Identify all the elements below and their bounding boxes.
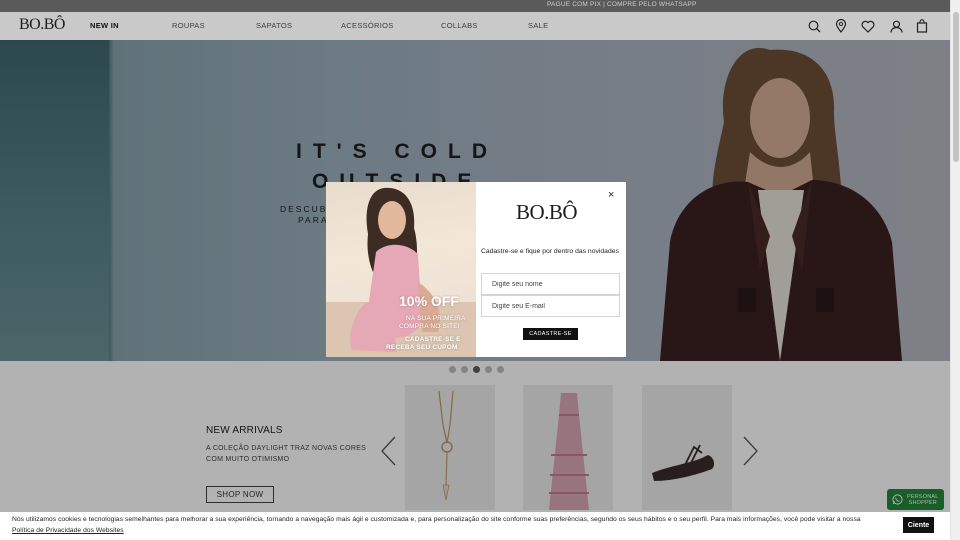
promo-image: 10% OFF NA SUA PRIMEIRA COMPRA NO SITE! …	[326, 182, 476, 357]
modal-logo: BO.BÔ	[516, 200, 578, 224]
announcement-text[interactable]: PAGUE COM PIX | COMPRE PELO WHATSAPP	[547, 1, 697, 8]
nav-sapatos[interactable]: SAPATOS	[256, 21, 292, 30]
newsletter-signup-modal: 10% OFF NA SUA PRIMEIRA COMPRA NO SITE! …	[326, 182, 626, 357]
promo-discount: 10% OFF	[399, 293, 459, 309]
signup-submit-button[interactable]: CADASTRE-SE	[523, 328, 578, 340]
nav-new-in[interactable]: NEW IN	[90, 21, 119, 30]
nav-sale[interactable]: SALE	[528, 21, 548, 30]
location-icon[interactable]	[833, 18, 849, 34]
heart-icon[interactable]	[860, 18, 876, 34]
modal-heading: Cadastre-se e fique por dentro das novid…	[481, 248, 619, 255]
cookie-text: Nós utilizamos cookies e tecnologias sem…	[12, 516, 861, 523]
top-announcement-bar: PAGUE COM PIX | COMPRE PELO WHATSAPP	[0, 0, 950, 12]
cookie-accept-button[interactable]: Ciente	[903, 517, 934, 533]
cookie-consent-bar: Nós utilizamos cookies e tecnologias sem…	[0, 512, 950, 540]
page-scrollbar[interactable]	[950, 0, 960, 540]
nav-collabs[interactable]: COLLABS	[441, 21, 478, 30]
promo-model-image	[326, 187, 476, 357]
site-logo[interactable]: BO.BÔ	[19, 16, 65, 34]
nav-roupas[interactable]: ROUPAS	[172, 21, 205, 30]
search-icon[interactable]	[806, 18, 822, 34]
cookie-consent-text: Nós utilizamos cookies e tecnologias sem…	[12, 514, 892, 536]
nav-acessorios[interactable]: ACESSÓRIOS	[341, 21, 394, 30]
privacy-policy-link[interactable]: Política de Privacidade dos Websites	[12, 527, 124, 534]
email-input[interactable]	[481, 295, 620, 317]
promo-line3: CADASTRE-SE E	[405, 336, 461, 343]
site-header: BO.BÔ NEW IN ROUPAS SAPATOS ACESSÓRIOS C…	[0, 12, 950, 40]
promo-line1: NA SUA PRIMEIRA	[406, 315, 466, 322]
close-icon[interactable]: ×	[608, 189, 614, 201]
promo-line2: COMPRA NO SITE!	[399, 323, 460, 330]
promo-line4: RECEBA SEU CUPOM	[386, 344, 458, 351]
user-icon[interactable]	[888, 18, 904, 34]
bag-icon[interactable]	[914, 18, 930, 34]
scrollbar-thumb[interactable]	[953, 12, 959, 162]
name-input[interactable]	[481, 273, 620, 295]
